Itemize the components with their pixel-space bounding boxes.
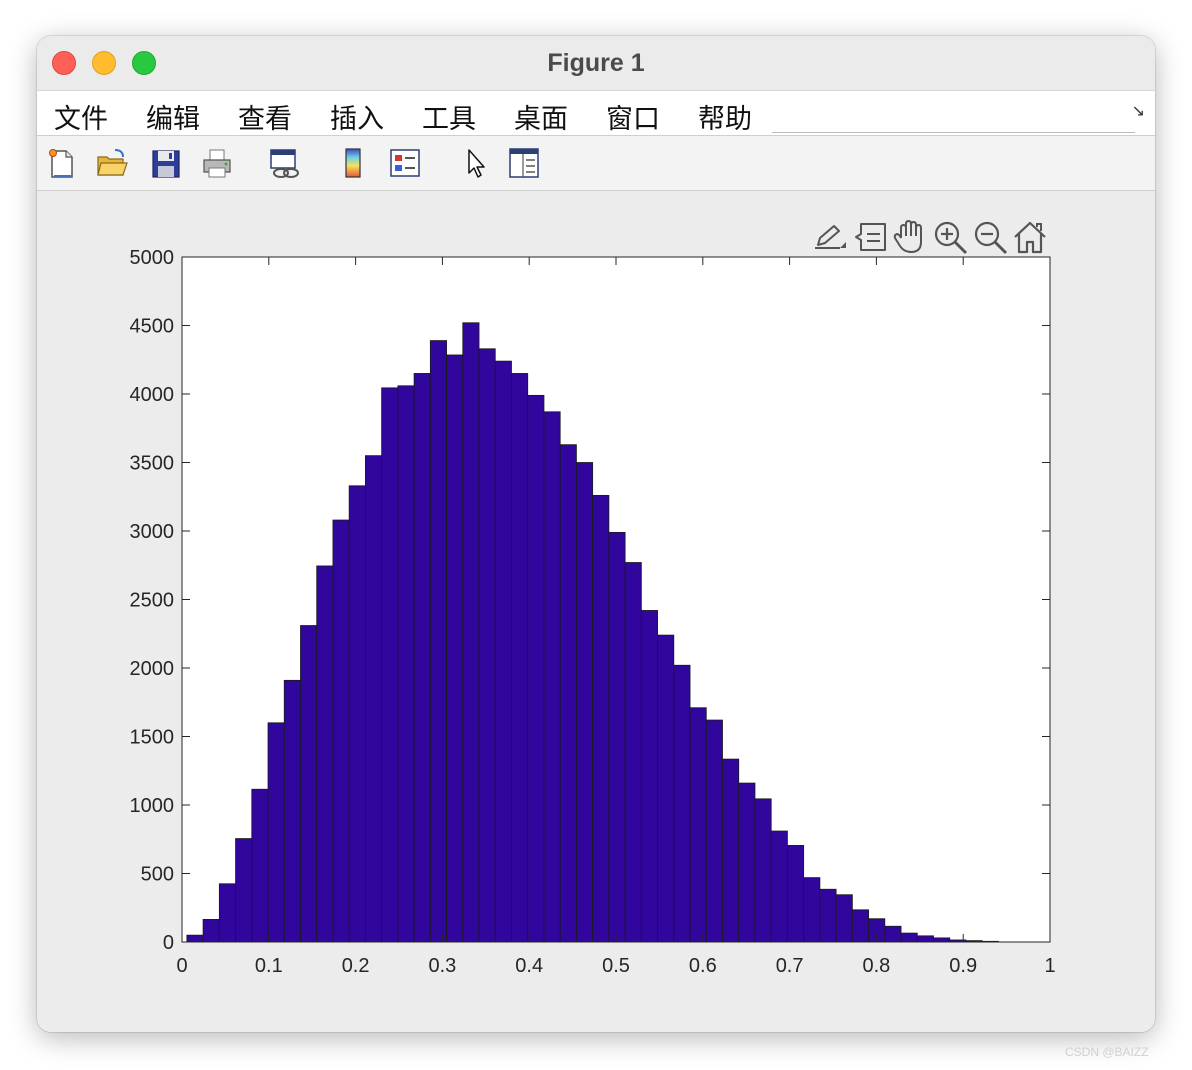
menu-file[interactable]: 文件 — [54, 97, 108, 136]
title-bar: Figure 1 — [37, 36, 1155, 91]
menu-tools[interactable]: 工具 — [422, 97, 476, 136]
home-icon[interactable] — [1011, 218, 1049, 256]
figure-toolbar — [37, 136, 1155, 191]
new-figure-icon[interactable] — [45, 146, 79, 180]
edit-plot-icon[interactable] — [459, 146, 493, 180]
menu-window[interactable]: 窗口 — [606, 97, 660, 136]
zoom-out-icon[interactable] — [971, 218, 1009, 256]
pan-icon[interactable] — [891, 218, 929, 256]
property-editor-icon[interactable] — [507, 146, 541, 180]
menu-insert[interactable]: 插入 — [330, 97, 384, 136]
menu-edit[interactable]: 编辑 — [146, 97, 200, 136]
save-icon[interactable] — [149, 146, 183, 180]
figure-window: Figure 1 文件 编辑 查看 插入 工具 桌面 窗口 帮助 ↘ 0 0.1… — [37, 36, 1155, 1032]
open-file-icon[interactable] — [95, 146, 129, 180]
link-plot-icon[interactable] — [267, 146, 301, 180]
menu-desktop[interactable]: 桌面 — [514, 97, 568, 136]
legend-icon[interactable] — [388, 146, 422, 180]
figure-canvas-area — [37, 191, 1155, 1032]
watermark-text: CSDN @BAIZZ — [1065, 1045, 1149, 1059]
menu-divider — [772, 132, 1135, 133]
dock-arrow-icon[interactable]: ↘ — [1132, 101, 1145, 121]
print-icon[interactable] — [200, 146, 234, 180]
export-icon[interactable] — [810, 218, 848, 256]
zoom-in-icon[interactable] — [931, 218, 969, 256]
menu-help[interactable]: 帮助 — [698, 97, 752, 136]
window-title: Figure 1 — [547, 49, 645, 77]
colorbar-icon[interactable] — [337, 146, 371, 180]
data-tips-icon[interactable] — [852, 218, 890, 256]
menu-bar: 文件 编辑 查看 插入 工具 桌面 窗口 帮助 ↘ — [37, 91, 1155, 136]
menu-view[interactable]: 查看 — [238, 97, 292, 136]
